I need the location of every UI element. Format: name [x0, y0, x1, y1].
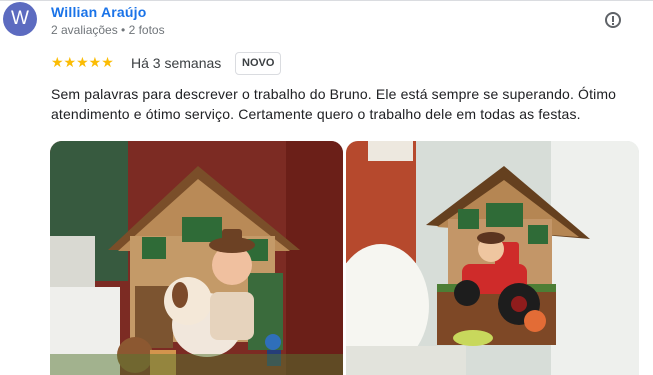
author-meta: 2 avaliações • 2 fotos: [51, 23, 165, 37]
avatar[interactable]: W: [3, 2, 37, 36]
top-divider: [0, 0, 653, 1]
rating-stars: ★★★★★: [51, 54, 114, 70]
new-badge: NOVO: [235, 52, 282, 75]
review-date: Há 3 semanas: [131, 55, 222, 71]
review-text: Sem palavras para descrever o trabalho d…: [51, 86, 617, 122]
review-photo-2[interactable]: [346, 141, 639, 375]
author-name[interactable]: Willian Araújo: [51, 4, 147, 20]
flag-icon[interactable]: [605, 12, 621, 28]
review-photo-1[interactable]: [50, 141, 343, 375]
